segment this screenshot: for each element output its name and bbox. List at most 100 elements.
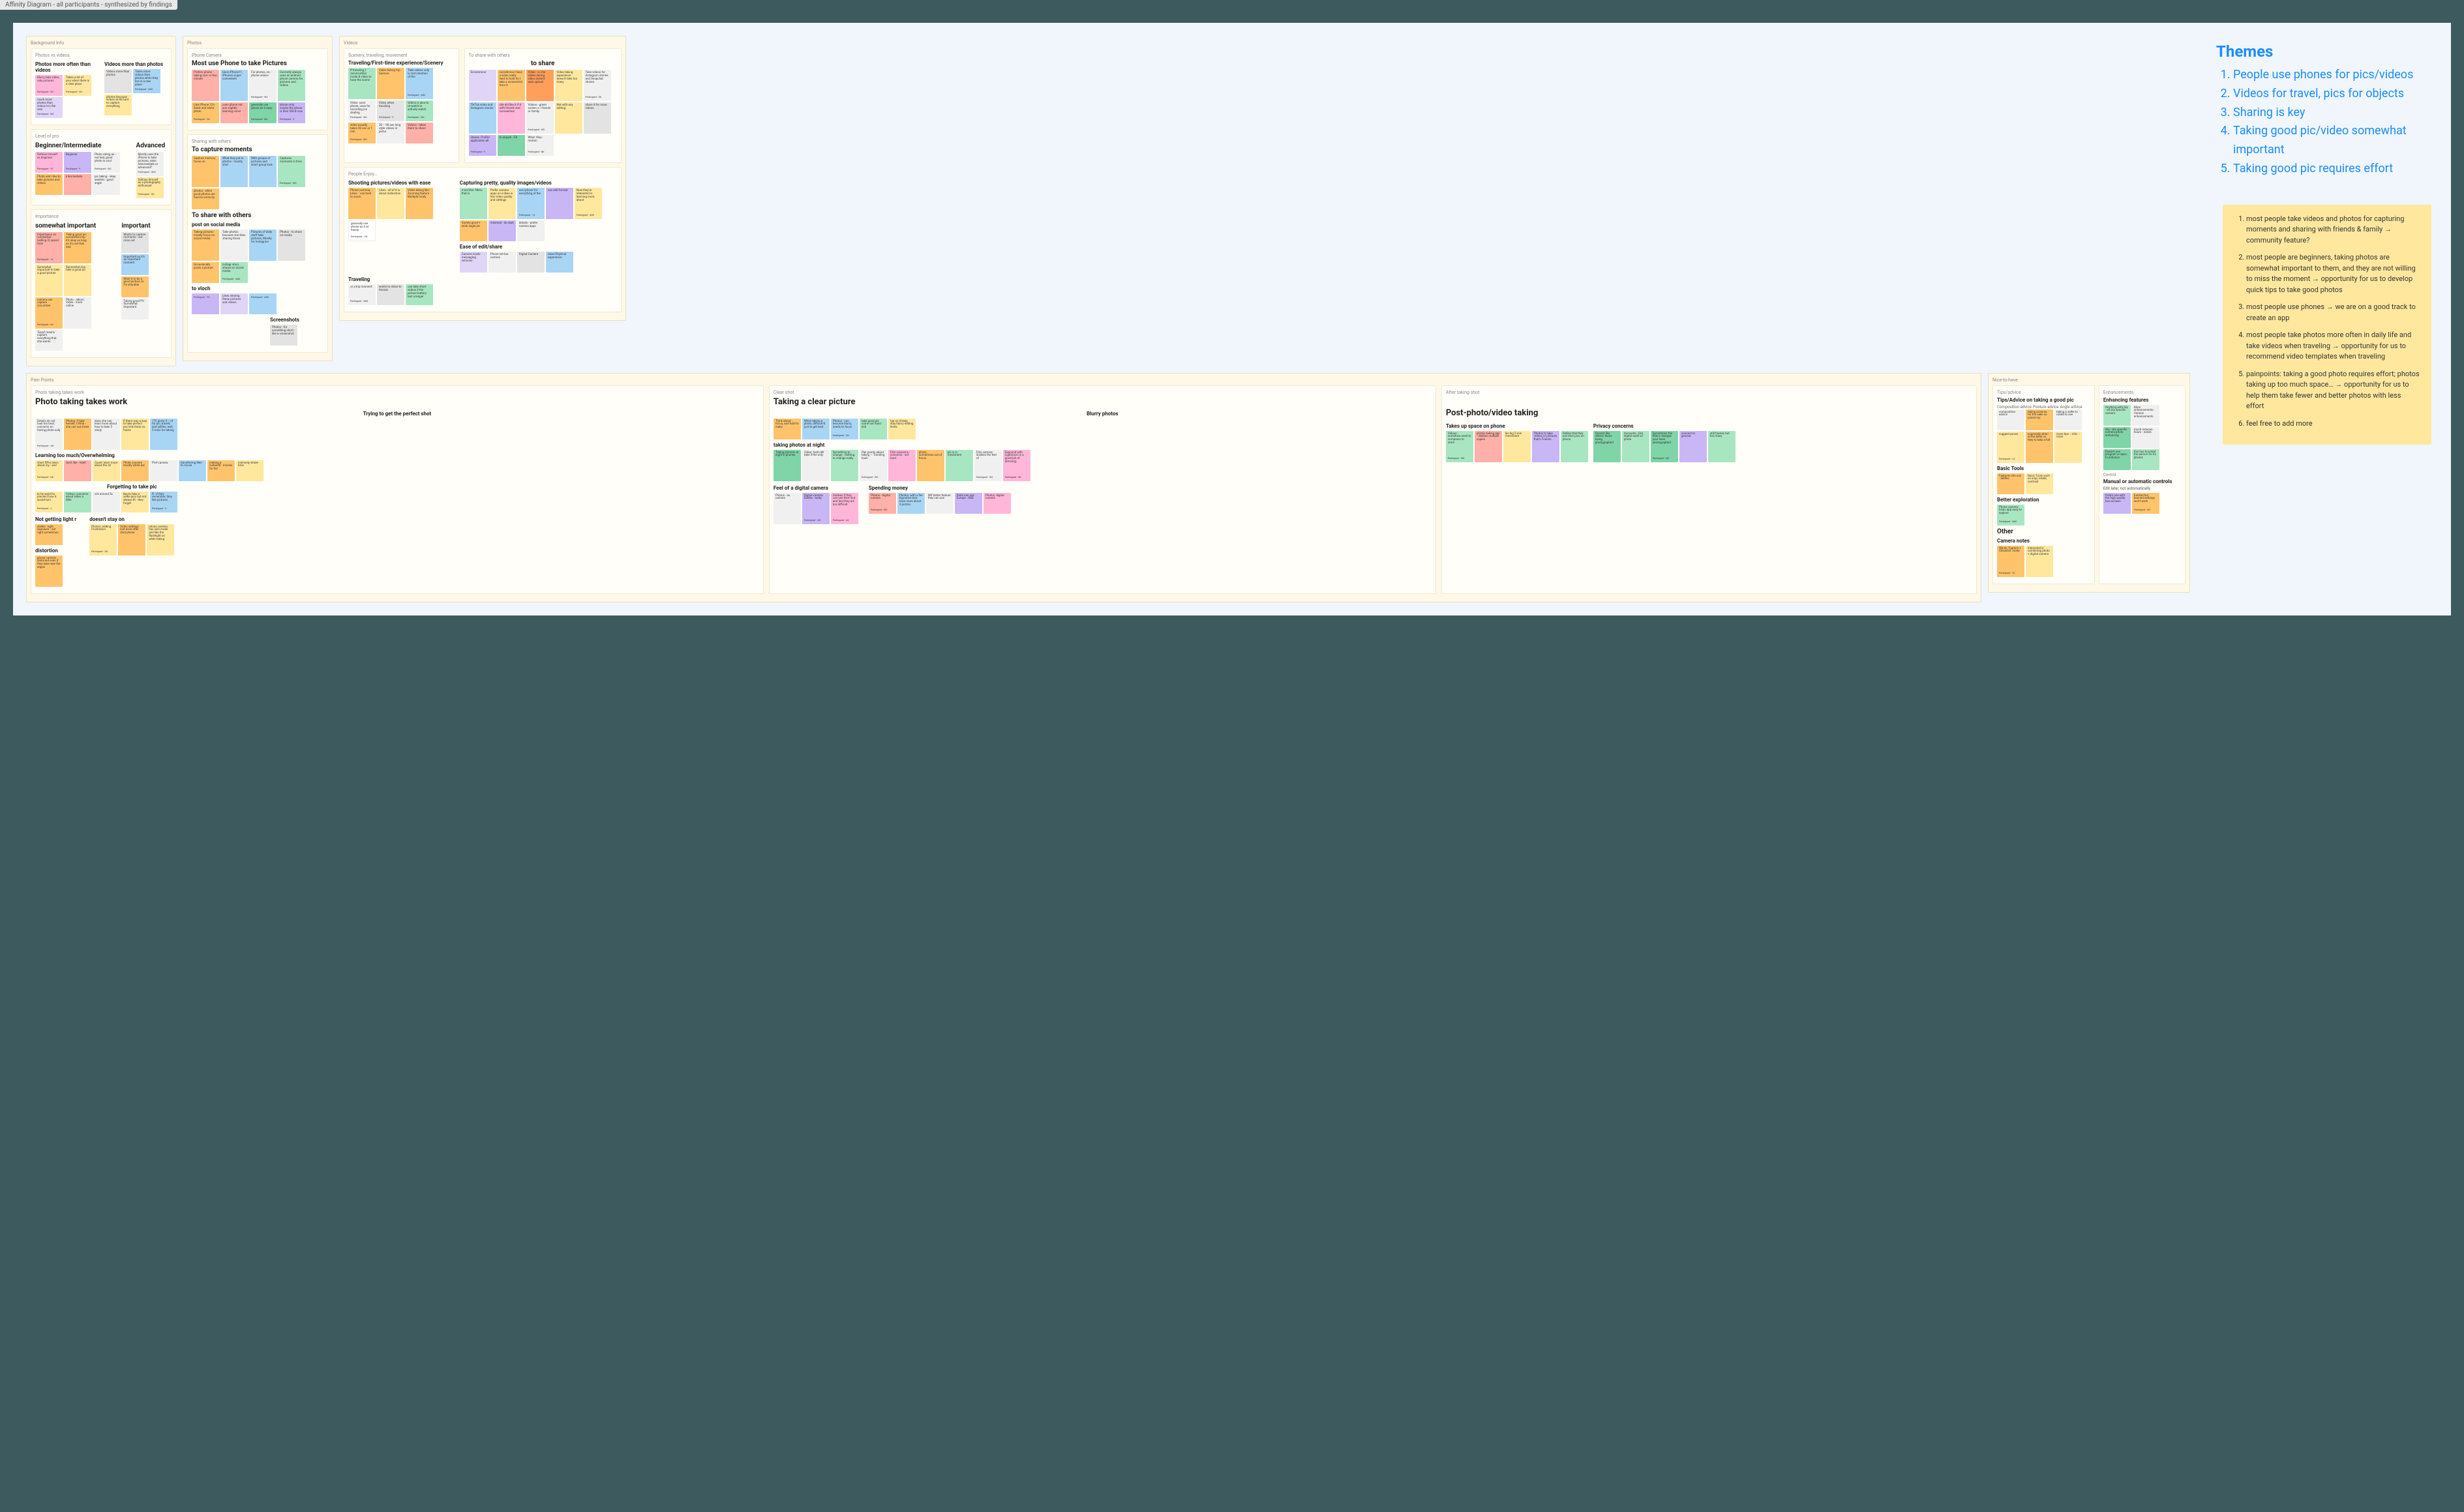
- sticky-note[interactable]: Somewhat imp - take a good pic: [64, 265, 91, 296]
- sticky-note[interactable]: Think about -, focus, and hard to make: [774, 419, 801, 439]
- sticky-note[interactable]: shares. ProRol application allParticipan…: [469, 135, 496, 156]
- sticky-note[interactable]: Photos: if take herself, I think - she c…: [64, 419, 91, 450]
- sticky-note[interactable]: Video settings lost even after shut phon…: [118, 524, 145, 556]
- sticky-note[interactable]: videos is also to re-watch to actively w…: [406, 100, 433, 121]
- sticky-note[interactable]: Doesn't use program or apss to enhance: [2103, 449, 2131, 470]
- sticky-note[interactable]: Video taking experience - doesn't take t…: [555, 70, 582, 101]
- sticky-note[interactable]: wants to share to friends: [377, 284, 404, 305]
- sticky-note[interactable]: Video: hold still take if the only: [802, 450, 830, 481]
- sticky-note[interactable]: When taking a photo, difficult & just to…: [802, 419, 830, 439]
- sticky-note[interactable]: Photos: digital camera: [984, 493, 1011, 514]
- sticky-note[interactable]: Video: uses phone, uses for recording ic…: [348, 100, 376, 121]
- sticky-note[interactable]: Prefers phone - taking one- or two minut…: [192, 70, 219, 101]
- sub-photos-vs-videos[interactable]: Photos vs videos Photos more often than …: [31, 48, 172, 125]
- sticky-note[interactable]: taking a selfie to rotate to see: [2054, 409, 2082, 430]
- sticky-note[interactable]: use iphone for everything at theParticip…: [517, 188, 545, 219]
- sticky-note[interactable]: Photo - album. Video - more online: [64, 297, 91, 329]
- sticky-note[interactable]: does she can learn more about how to tak…: [93, 419, 120, 450]
- sticky-note[interactable]: still frames but too many: [1708, 431, 1735, 462]
- sticky-note[interactable]: Photos: editing FrustrationParticipant -…: [89, 524, 117, 556]
- sticky-note[interactable]: much more photos than videos b/c file si…: [35, 97, 63, 118]
- sticky-note[interactable]: Take videos for Instagram stories and Sn…: [584, 70, 611, 101]
- sticky-note[interactable]: Uses iPhone11, iPhone's super convenient: [220, 70, 248, 101]
- sticky-note[interactable]: details - prefer camera apps: [517, 220, 545, 241]
- sub-takes-work[interactable]: Photo taking takes work Photo taking tak…: [31, 385, 764, 594]
- sticky-note[interactable]: instagr story shares on social mediaPart…: [220, 262, 248, 283]
- sticky-note[interactable]: Features she use - Selfies: [1997, 473, 2024, 494]
- sticky-note[interactable]: vck around 2x: [93, 492, 120, 512]
- sticky-note[interactable]: concern to general: [1679, 431, 1707, 462]
- sticky-note[interactable]: this has boosted the person for fix phot…: [2132, 449, 2159, 470]
- sticky-note[interactable]: Film camera: dislikes the feel ofPartici…: [974, 450, 1002, 481]
- sticky-note[interactable]: Taking pictures at night in phones: [774, 450, 801, 481]
- sub-people-enjoy[interactable]: People Enjoy… Shooting pictures/videos w…: [344, 167, 622, 312]
- sticky-note[interactable]: especially when at the table so they to …: [2026, 432, 2053, 463]
- sticky-note[interactable]: If traveling, I record either mode & vid…: [348, 68, 376, 99]
- sticky-note[interactable]: making a instaedit - movies for her: [207, 460, 235, 481]
- sticky-note[interactable]: suggest posesParticipant - LQ: [1997, 432, 2024, 463]
- sticky-note[interactable]: Capture memory focus on: [192, 156, 219, 187]
- sticky-note[interactable]: Not with any editing: [555, 102, 582, 134]
- sticky-note[interactable]: generally use phone as it at handyPartic…: [348, 220, 376, 241]
- sticky-note[interactable]: 30 – 90 sec long style videos in pictur: [377, 123, 404, 143]
- sub-level[interactable]: Level of pro Beginner/Intermediate Defin…: [31, 129, 172, 205]
- sticky-note[interactable]: tap on it keep stay blurry editing limit…: [888, 419, 916, 439]
- document-tab[interactable]: Affinity Diagram - all participants - sy…: [0, 0, 177, 10]
- sticky-note[interactable]: Digital camera Dislike - bulkyParticipan…: [802, 493, 830, 524]
- sticky-note[interactable]: photos because vidoes at 4k hard to capt…: [104, 95, 132, 115]
- sticky-note[interactable]: transferring files to movie: [179, 460, 206, 481]
- sticky-note[interactable]: she did like it if it with friends and s…: [498, 102, 525, 134]
- sticky-note[interactable]: composition advice: [1997, 409, 2024, 430]
- sticky-note[interactable]: Photos - digital cameraParticipant - WS: [869, 493, 896, 514]
- sub-importance[interactable]: Importance somewhat important Importance…: [31, 209, 172, 358]
- sticky-note[interactable]: For photos, no - phone unlessParticipant…: [249, 70, 277, 101]
- sticky-note[interactable]: taking pictures for the sake so joined m…: [2026, 409, 2053, 430]
- sticky-note[interactable]: don't like - itself: [64, 460, 91, 481]
- sticky-note[interactable]: If there was a way to take perfect pic/v…: [121, 419, 149, 450]
- sticky-note[interactable]: sometimes I have a video really hard to …: [498, 70, 525, 101]
- sticky-note[interactable]: more tips -- ridic -- more: [2054, 432, 2082, 463]
- sticky-note[interactable]: Phone camera: basic app easy to exploreP…: [1997, 505, 2024, 526]
- sticky-note[interactable]: Wants to capture moments - not miss out: [121, 232, 149, 253]
- sub-tips[interactable]: Tips/advice Tips/Advice on taking a good…: [1992, 385, 2095, 584]
- sticky-note[interactable]: Currently always uses an android phone c…: [278, 70, 305, 101]
- sticky-note[interactable]: Videos - green screen v / friends or fam…: [526, 102, 554, 134]
- sticky-note[interactable]: Like iPhone 12's black and white photoPa…: [192, 102, 219, 123]
- sticky-note[interactable]: Doesn't like others' faces being photogr…: [1593, 431, 1621, 462]
- sticky-note[interactable]: phone camera distorted even if they take…: [35, 556, 63, 587]
- sticky-note[interactable]: Expound with Lightroom is a good job of …: [1003, 450, 1030, 481]
- sticky-note[interactable]: Anything with sky - all sky specific cam…: [2103, 405, 2131, 426]
- affinity-canvas[interactable]: Background Info Photos vs videos Photos …: [13, 23, 2451, 615]
- sub-share-others[interactable]: To share with others to share Screenreco…: [464, 48, 622, 163]
- sticky-note[interactable]: With groups of pictures and short group …: [249, 156, 277, 187]
- sticky-note[interactable]: Important as it's an important moment: [121, 254, 149, 275]
- sticky-note[interactable]: short DPro learn about my - andParticipa…: [35, 460, 63, 481]
- sticky-note[interactable]: Photo and I like to take pictures and vi…: [35, 174, 63, 195]
- sticky-note[interactable]: Could: learn more about the str: [93, 460, 120, 481]
- sticky-note[interactable]: take good pic come out hand still: [860, 419, 887, 439]
- sticky-note[interactable]: Video taking like - Zooming feature - Mu…: [406, 188, 433, 219]
- sticky-note[interactable]: Phone cammra. Likes: - can hold to zoom: [348, 188, 376, 219]
- sticky-note[interactable]: Details do not look too best, concerns o…: [35, 419, 63, 450]
- sticky-note[interactable]: Phone set bar camera: [488, 252, 516, 273]
- sticky-note[interactable]: Excited but learned settings won't workP…: [2132, 493, 2159, 514]
- sticky-note[interactable]: Likes sharing these pictures and videos: [220, 293, 248, 314]
- sticky-note[interactable]: much reduces- hours - needs: [2132, 427, 2159, 448]
- sticky-note[interactable]: uses phone not any slightly - learning c…: [220, 102, 248, 123]
- sticky-note[interactable]: More enhancements - Various enhancements: [2132, 405, 2159, 426]
- sticky-note[interactable]: photos taking app - dislikes multiple co…: [1475, 431, 1502, 462]
- sticky-note[interactable]: BeginnerParticipant - 9: [64, 152, 91, 173]
- sticky-note[interactable]: Videos more than photos: [104, 69, 132, 93]
- sticky-note[interactable]: Wif better feature they can use: [926, 493, 954, 514]
- sticky-note[interactable]: to be weird to preclect how it would tur…: [35, 492, 63, 512]
- sub-phone-camera[interactable]: Phone Camera Most use Phone to take Pict…: [187, 48, 328, 130]
- sticky-note[interactable]: photos - when good photos are hard to co…: [192, 188, 219, 209]
- section-photos[interactable]: Photos Phone Camera Most use Phone to ta…: [183, 36, 333, 361]
- sticky-note[interactable]: Videos - takes them to share: [406, 123, 433, 143]
- sticky-note[interactable]: video usually takes 20 sec or 1 minParti…: [348, 123, 376, 143]
- sticky-note[interactable]: pic is in movement: [946, 450, 973, 481]
- sticky-note[interactable]: Takes a lot of pics when there is a view…: [64, 75, 91, 96]
- sticky-note[interactable]: Defines himself as beginnerParticipant -…: [35, 152, 63, 173]
- sticky-note[interactable]: Blurry take video; only picturesParticip…: [35, 75, 63, 96]
- sticky-note[interactable]: Taking good PV. Somewhat Important: [121, 299, 149, 319]
